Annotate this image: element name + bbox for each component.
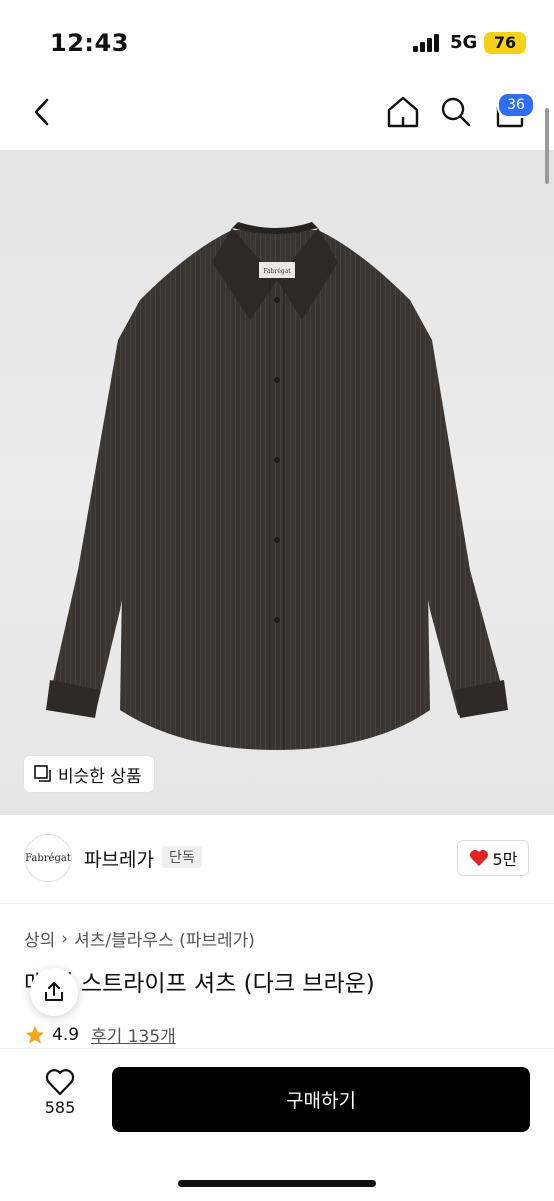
search-icon — [441, 97, 471, 127]
home-button[interactable] — [383, 92, 423, 132]
similar-products-button[interactable]: 비슷한 상품 — [24, 756, 154, 792]
heart-outline-icon — [45, 1069, 75, 1096]
back-button[interactable] — [22, 92, 62, 132]
chevron-right-icon: › — [61, 928, 69, 949]
brand-exclusive-tag: 단독 — [162, 846, 202, 868]
home-indicator — [178, 1180, 376, 1187]
breadcrumb: 상의 › 셔츠/블라우스 (파브레가) — [24, 926, 255, 952]
rating-row: 4.9 후기 135개 — [24, 1022, 176, 1047]
similar-icon — [34, 765, 51, 782]
battery-icon: 76 — [484, 32, 526, 54]
brand-name[interactable]: 파브레가 — [84, 845, 154, 872]
nav-bar — [0, 84, 554, 150]
shirt-label-text: Fabrégat — [263, 268, 291, 275]
wishlist-count: 585 — [44, 1098, 76, 1117]
home-icon — [387, 96, 419, 128]
divider — [0, 903, 554, 904]
brand-like-count: 5만 — [492, 850, 518, 869]
breadcrumb-subcategory[interactable]: 셔츠/블라우스 (파브레가) — [74, 926, 255, 951]
wishlist-button[interactable]: 585 — [32, 1068, 88, 1128]
back-icon — [34, 98, 49, 126]
status-time: 12:43 — [50, 29, 129, 57]
search-button[interactable] — [436, 92, 476, 132]
buy-button[interactable]: 구매하기 — [112, 1067, 530, 1132]
signal-icon — [413, 34, 443, 52]
shirt-image: Fabrégat — [46, 222, 508, 750]
similar-products-label: 비슷한 상품 — [58, 766, 142, 787]
breadcrumb-category[interactable]: 상의 — [24, 926, 55, 951]
star-icon — [25, 1025, 45, 1044]
brand-logo[interactable]: Fabrégat — [24, 834, 72, 882]
brand-like-button[interactable]: 5만 — [457, 840, 529, 876]
scrollbar[interactable] — [545, 108, 549, 184]
cart-count-badge: 36 — [497, 92, 535, 118]
heart-icon — [469, 850, 488, 866]
network-label: 5G — [450, 32, 478, 53]
product-image[interactable]: Fabrégat — [0, 150, 554, 815]
review-link[interactable]: 후기 135개 — [91, 1022, 176, 1047]
share-button[interactable] — [30, 968, 78, 1016]
status-bar: 12:43 5G 76 — [0, 0, 554, 84]
share-icon — [45, 982, 63, 1001]
rating-score: 4.9 — [52, 1024, 80, 1045]
